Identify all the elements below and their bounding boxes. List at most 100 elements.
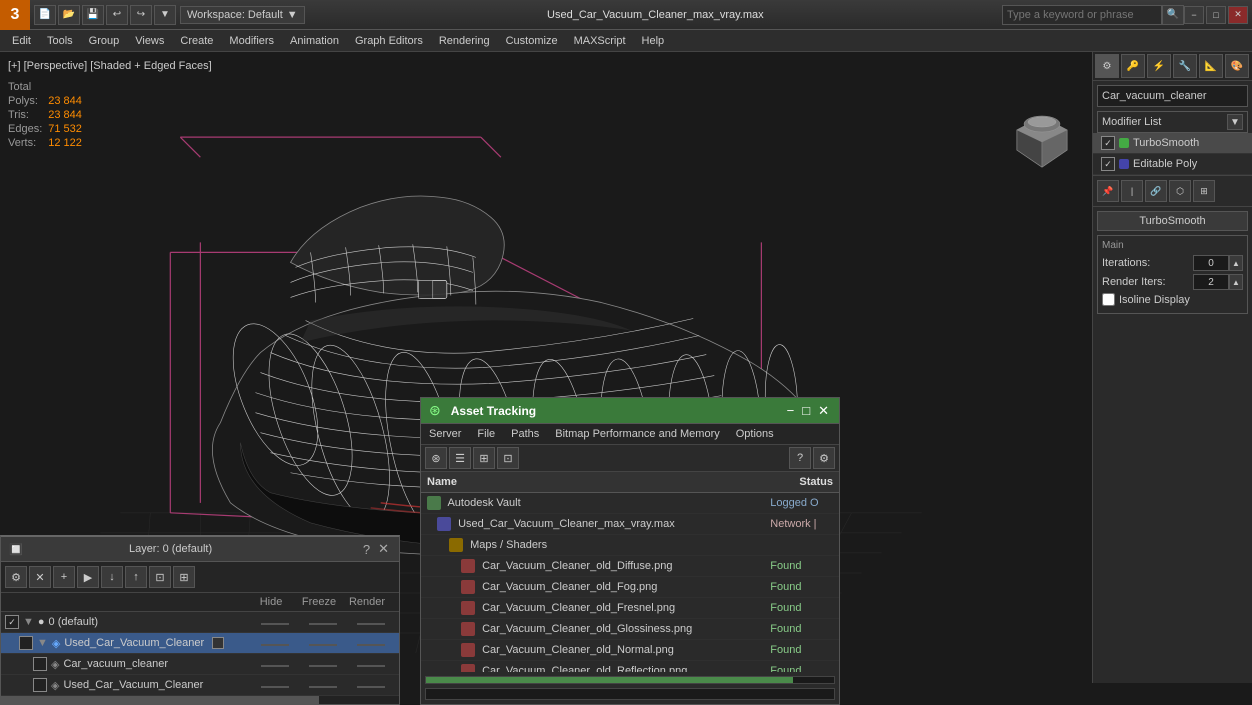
layer-tool-highlight[interactable]: ▶ bbox=[77, 566, 99, 588]
maximize-button[interactable]: □ bbox=[1206, 6, 1226, 24]
layer-tool-move-up[interactable]: ↑ bbox=[125, 566, 147, 588]
panel-icon-6[interactable]: 🎨 bbox=[1225, 54, 1249, 78]
workspace-selector[interactable]: Workspace: Default ▼ bbox=[180, 6, 305, 24]
asset-tool-vault[interactable]: ⊛ bbox=[425, 447, 447, 469]
layer-close-button[interactable]: ✕ bbox=[376, 541, 391, 557]
layer-expand-1[interactable]: ▼ bbox=[37, 637, 48, 649]
asset-tool-list[interactable]: ☰ bbox=[449, 447, 471, 469]
menu-rendering[interactable]: Rendering bbox=[431, 33, 498, 49]
layer-tool-move-down[interactable]: ↓ bbox=[101, 566, 123, 588]
menu-help[interactable]: Help bbox=[634, 33, 673, 49]
layer-scrollbar[interactable] bbox=[1, 696, 399, 704]
asset-maximize-button[interactable]: □ bbox=[800, 403, 812, 418]
ts-isoline-checkbox[interactable] bbox=[1102, 293, 1115, 306]
layer-render-1[interactable] bbox=[347, 637, 395, 649]
layer-hide-0[interactable] bbox=[251, 616, 299, 628]
layer-tool-delete[interactable]: ✕ bbox=[29, 566, 51, 588]
modifier-turbosmooth[interactable]: ✓ TurboSmooth bbox=[1093, 133, 1252, 154]
panel-icon-2[interactable]: 🔑 bbox=[1121, 54, 1145, 78]
save-button[interactable]: 💾 bbox=[82, 5, 104, 25]
modifier-check-1[interactable]: ✓ bbox=[1101, 136, 1115, 150]
more-button[interactable]: ▼ bbox=[154, 5, 176, 25]
asset-row-2[interactable]: Maps / Shaders bbox=[421, 535, 839, 556]
layer-tool-extra1[interactable]: ⊡ bbox=[149, 566, 171, 588]
menu-animation[interactable]: Animation bbox=[282, 33, 347, 49]
modifier-transform-button[interactable]: ⬡ bbox=[1169, 180, 1191, 202]
redo-button[interactable]: ↪ bbox=[130, 5, 152, 25]
ts-render-iters-input[interactable] bbox=[1193, 274, 1229, 290]
layer-row-1[interactable]: ▼ ◈ Used_Car_Vacuum_Cleaner bbox=[1, 633, 399, 654]
layer-color-box-1[interactable] bbox=[212, 637, 224, 649]
asset-menu-file[interactable]: File bbox=[473, 426, 499, 442]
layer-check-3[interactable] bbox=[33, 678, 47, 692]
layer-render-2[interactable] bbox=[347, 658, 395, 670]
asset-tool-help[interactable]: ? bbox=[789, 447, 811, 469]
navigation-cube[interactable] bbox=[1012, 112, 1072, 172]
modifier-grid-button[interactable]: ⊞ bbox=[1193, 180, 1215, 202]
layer-check-2[interactable] bbox=[33, 657, 47, 671]
layer-scrollbar-thumb[interactable] bbox=[1, 696, 319, 704]
minimize-button[interactable]: − bbox=[1184, 6, 1204, 24]
open-button[interactable]: 📂 bbox=[58, 5, 80, 25]
asset-row-3[interactable]: Car_Vacuum_Cleaner_old_Diffuse.png Found bbox=[421, 556, 839, 577]
asset-row-0[interactable]: Autodesk Vault Logged O bbox=[421, 493, 839, 514]
asset-row-8[interactable]: Car_Vacuum_Cleaner_old_Reflection.png Fo… bbox=[421, 661, 839, 673]
layer-check-1[interactable] bbox=[19, 636, 33, 650]
layer-freeze-1[interactable] bbox=[299, 637, 347, 649]
menu-graph-editors[interactable]: Graph Editors bbox=[347, 33, 431, 49]
layer-freeze-2[interactable] bbox=[299, 658, 347, 670]
menu-group[interactable]: Group bbox=[81, 33, 128, 49]
close-button[interactable]: ✕ bbox=[1228, 6, 1248, 24]
asset-table-container[interactable]: Name Status Autodesk Vault Logged O Used… bbox=[421, 472, 839, 672]
ts-render-iters-up[interactable]: ▲ bbox=[1229, 274, 1243, 290]
asset-menu-options[interactable]: Options bbox=[732, 426, 778, 442]
layer-freeze-3[interactable] bbox=[299, 679, 347, 691]
modifier-list-dropdown[interactable]: ▼ bbox=[1227, 114, 1243, 130]
menu-maxscript[interactable]: MAXScript bbox=[566, 33, 634, 49]
modifier-editablepoly[interactable]: ✓ Editable Poly bbox=[1093, 154, 1252, 175]
layer-freeze-0[interactable] bbox=[299, 616, 347, 628]
layer-row-3[interactable]: ◈ Used_Car_Vacuum_Cleaner bbox=[1, 675, 399, 696]
menu-modifiers[interactable]: Modifiers bbox=[221, 33, 282, 49]
layer-help-button[interactable]: ? bbox=[361, 542, 372, 557]
menu-tools[interactable]: Tools bbox=[39, 33, 81, 49]
asset-tool-settings[interactable]: ⚙ bbox=[813, 447, 835, 469]
search-button[interactable]: 🔍 bbox=[1162, 5, 1184, 25]
asset-minimize-button[interactable]: − bbox=[785, 403, 797, 418]
menu-create[interactable]: Create bbox=[172, 33, 221, 49]
layer-hide-1[interactable] bbox=[251, 637, 299, 649]
layer-render-3[interactable] bbox=[347, 679, 395, 691]
search-input[interactable] bbox=[1002, 5, 1162, 25]
asset-menu-bitmap[interactable]: Bitmap Performance and Memory bbox=[551, 426, 723, 442]
asset-row-7[interactable]: Car_Vacuum_Cleaner_old_Normal.png Found bbox=[421, 640, 839, 661]
ts-iterations-input[interactable] bbox=[1193, 255, 1229, 271]
layer-expand-0[interactable]: ▼ bbox=[23, 616, 34, 628]
asset-close-button[interactable]: ✕ bbox=[816, 403, 831, 419]
panel-icon-1[interactable]: ⚙ bbox=[1095, 54, 1119, 78]
modifier-pin-button[interactable]: 📌 bbox=[1097, 180, 1119, 202]
layer-tool-add[interactable]: + bbox=[53, 566, 75, 588]
layer-hide-2[interactable] bbox=[251, 658, 299, 670]
asset-menu-server[interactable]: Server bbox=[425, 426, 465, 442]
modifier-select-button[interactable]: | bbox=[1121, 180, 1143, 202]
asset-tool-view[interactable]: ⊡ bbox=[497, 447, 519, 469]
asset-tool-grid[interactable]: ⊞ bbox=[473, 447, 495, 469]
panel-icon-5[interactable]: 📐 bbox=[1199, 54, 1223, 78]
layer-check-0[interactable]: ✓ bbox=[5, 615, 19, 629]
menu-edit[interactable]: Edit bbox=[4, 33, 39, 49]
menu-views[interactable]: Views bbox=[127, 33, 172, 49]
layer-tool-extra2[interactable]: ⊞ bbox=[173, 566, 195, 588]
asset-row-4[interactable]: Car_Vacuum_Cleaner_old_Fog.png Found bbox=[421, 577, 839, 598]
ts-iterations-up[interactable]: ▲ bbox=[1229, 255, 1243, 271]
modifier-link-button[interactable]: 🔗 bbox=[1145, 180, 1167, 202]
layer-row-0[interactable]: ✓ ▼ ● 0 (default) bbox=[1, 612, 399, 633]
layer-tool-settings[interactable]: ⚙ bbox=[5, 566, 27, 588]
new-button[interactable]: 📄 bbox=[34, 5, 56, 25]
modifier-check-2[interactable]: ✓ bbox=[1101, 157, 1115, 171]
asset-row-6[interactable]: Car_Vacuum_Cleaner_old_Glossiness.png Fo… bbox=[421, 619, 839, 640]
panel-icon-3[interactable]: ⚡ bbox=[1147, 54, 1171, 78]
object-name-field[interactable]: Car_vacuum_cleaner bbox=[1097, 85, 1248, 107]
panel-icon-4[interactable]: 🔧 bbox=[1173, 54, 1197, 78]
asset-menu-paths[interactable]: Paths bbox=[507, 426, 543, 442]
undo-button[interactable]: ↩ bbox=[106, 5, 128, 25]
